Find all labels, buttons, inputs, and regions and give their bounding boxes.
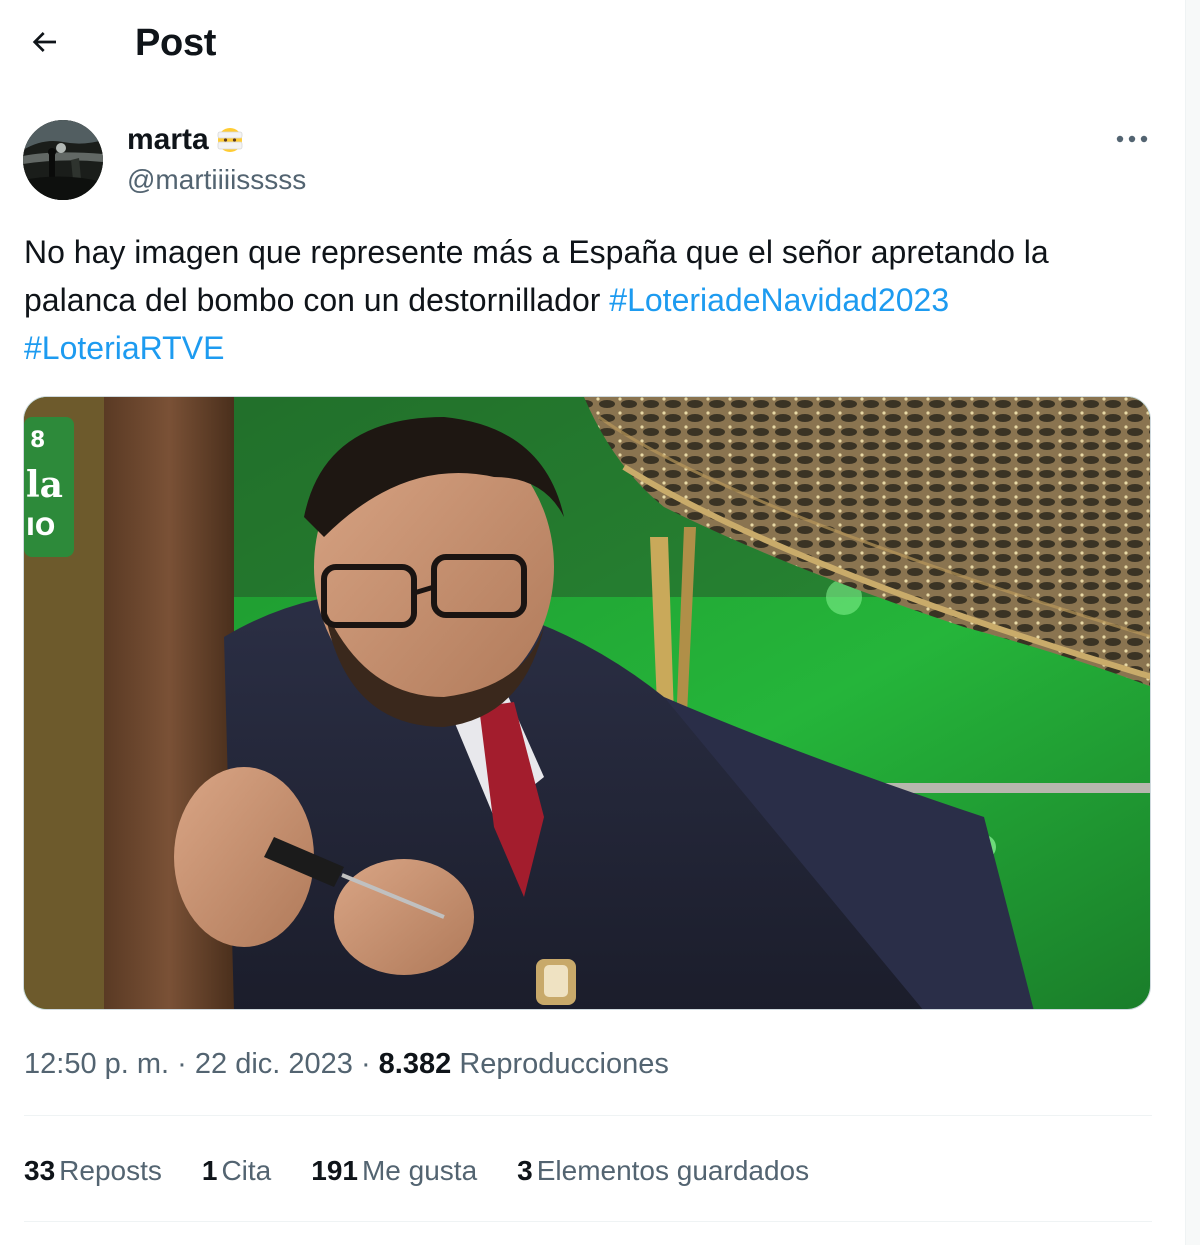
tweet-text: No hay imagen que represente más a Españ… <box>24 228 1154 372</box>
tweet-meta: 12:50 p. m. · 22 dic. 2023 · 8.382 Repro… <box>24 1044 669 1084</box>
more-options-button[interactable] <box>1108 118 1156 162</box>
author-handle[interactable]: @martiiiisssss <box>127 162 306 198</box>
stat-label: Me gusta <box>361 1155 478 1186</box>
page-title: Post <box>135 22 217 64</box>
meta-separator: · <box>352 1048 379 1080</box>
stat-label: Cita <box>221 1155 272 1186</box>
stat-number: 33 <box>24 1155 56 1186</box>
arrow-left-icon <box>28 26 60 63</box>
stat-label: Elementos guardados <box>536 1155 810 1186</box>
stat-likes[interactable]: 191 Me gusta <box>311 1155 477 1187</box>
stat-bookmarks[interactable]: 3 Elementos guardados <box>517 1155 809 1187</box>
overlay-text: 8 <box>30 428 45 453</box>
tweet-time[interactable]: 12:50 p. m. <box>24 1048 169 1080</box>
author-name-row[interactable]: marta <box>127 122 247 158</box>
views-label: Reproducciones <box>459 1048 669 1080</box>
more-horizontal-icon <box>1115 131 1149 149</box>
engagement-stats: 33 Reposts 1 Cita 191 Me gusta 3 Elementos g… <box>24 1150 849 1192</box>
page-header: Post <box>0 0 1186 88</box>
divider <box>24 1115 1152 1116</box>
meta-separator: · <box>169 1048 195 1080</box>
divider <box>24 1221 1152 1222</box>
stat-number: 191 <box>311 1155 358 1186</box>
stat-number: 1 <box>201 1155 218 1186</box>
back-button[interactable] <box>22 22 66 66</box>
avatar[interactable] <box>23 120 103 200</box>
stat-number: 3 <box>517 1155 533 1186</box>
stat-quotes[interactable]: 1 Cita <box>202 1155 271 1187</box>
tweet-media-image[interactable]: 8 la IO <box>23 396 1151 1010</box>
overlay-text: la <box>26 464 63 506</box>
hashtag-link[interactable]: #LoteriaRTVE <box>24 330 224 366</box>
stat-reposts[interactable]: 33 Reposts <box>24 1155 162 1187</box>
scrollbar-track[interactable] <box>1185 0 1200 1245</box>
author-name[interactable]: marta <box>127 122 209 158</box>
overlay-text: IO <box>26 513 55 541</box>
views-count: 8.382 <box>378 1048 452 1080</box>
stat-label: Reposts <box>59 1155 162 1186</box>
tweet-date[interactable]: 22 dic. 2023 <box>195 1048 353 1080</box>
face-with-bandage-emoji-icon <box>213 126 247 154</box>
hashtag-link[interactable]: #LoteriadeNavidad2023 <box>609 282 949 318</box>
